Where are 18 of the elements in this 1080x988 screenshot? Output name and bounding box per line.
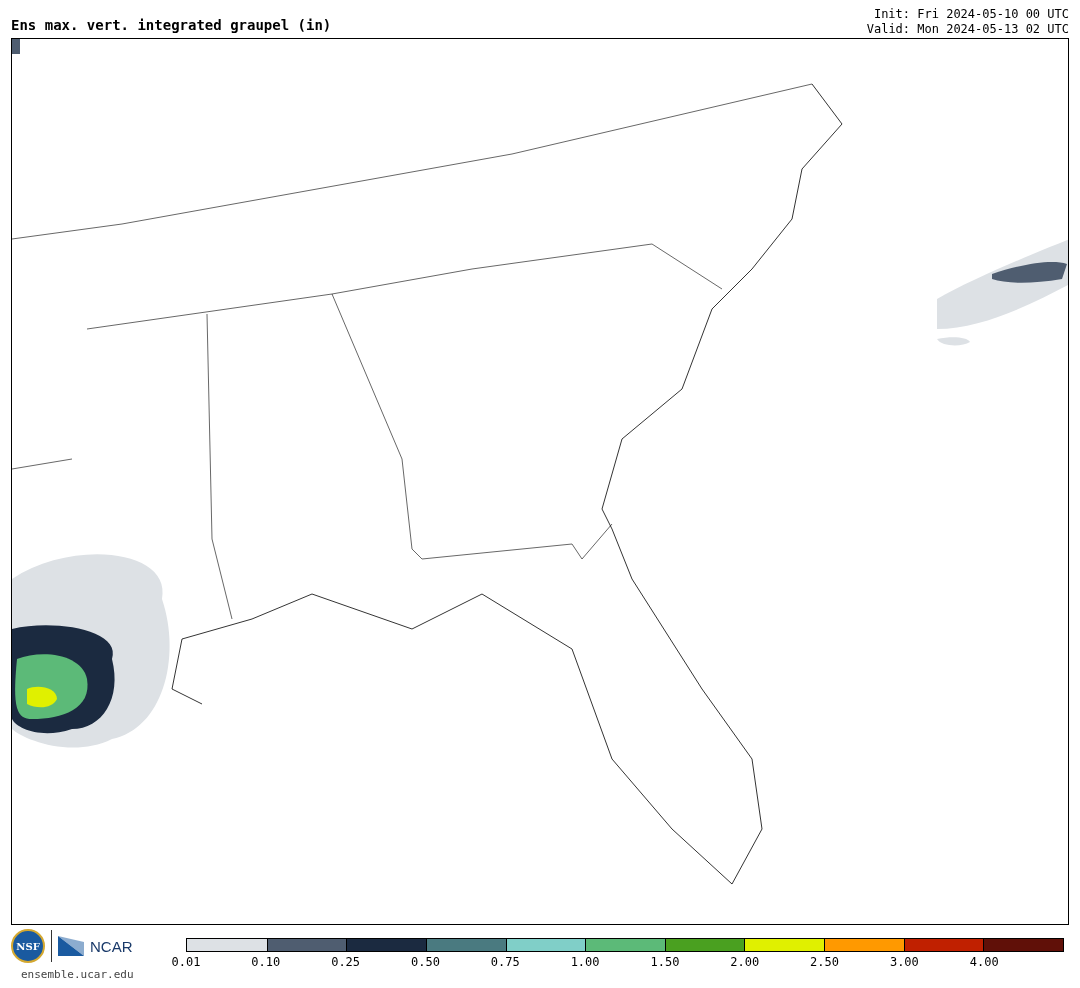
legend-label: 1.00 — [570, 956, 600, 968]
website-url: ensemble.ucar.edu — [21, 967, 134, 983]
nsf-logo: NSF — [11, 929, 45, 963]
ncar-logo: NCAR — [90, 938, 133, 954]
legend-label: 0.25 — [331, 956, 361, 968]
chart-title: Ens max. vert. integrated graupel (in) — [11, 18, 332, 35]
ncar-logo-icon — [58, 936, 84, 956]
legend-label: 0.75 — [490, 956, 520, 968]
legend-label: 4.00 — [969, 956, 999, 968]
legend-label: 3.00 — [889, 956, 919, 968]
legend-label: 0.01 — [171, 956, 201, 968]
init-time: Init: Fri 2024-05-10 00 UTC — [873, 7, 1069, 22]
legend-label: 0.10 — [251, 956, 281, 968]
legend-label: 2.00 — [730, 956, 760, 968]
legend-label: 2.50 — [810, 956, 839, 968]
legend-label: 0.50 — [411, 956, 440, 968]
valid-time: Valid: Mon 2024-05-13 02 UTC — [866, 22, 1069, 37]
legend-label: 1.50 — [650, 956, 680, 968]
